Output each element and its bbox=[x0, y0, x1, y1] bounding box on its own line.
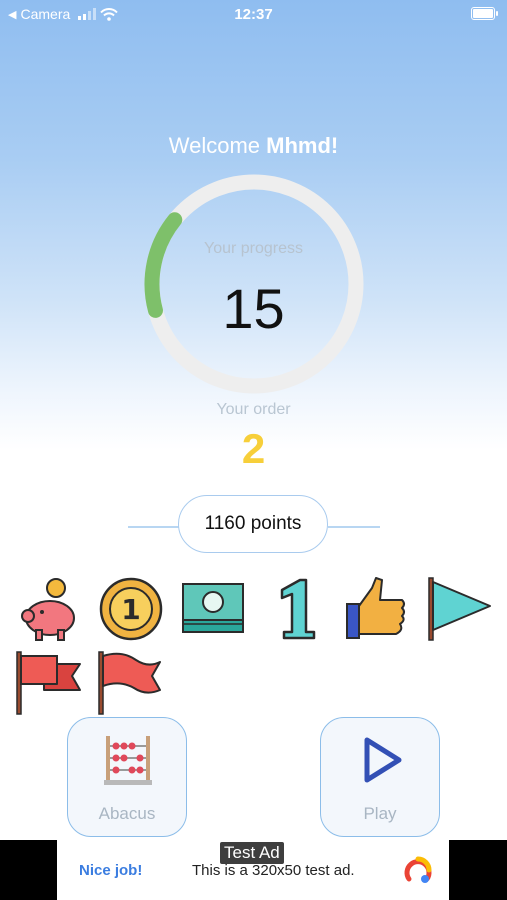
number-one-icon bbox=[260, 574, 330, 644]
play-button[interactable]: Play bbox=[320, 717, 440, 837]
battery-icon bbox=[471, 7, 498, 20]
test-ad-tag: Test Ad bbox=[220, 842, 284, 864]
piggy-bank-icon bbox=[16, 574, 86, 644]
welcome-heading: Welcome Mhmd! bbox=[0, 133, 507, 159]
abacus-icon bbox=[104, 736, 152, 785]
play-label: Play bbox=[363, 804, 397, 823]
red-wave-flag-icon bbox=[96, 648, 166, 718]
points-label: 1160 points bbox=[204, 513, 302, 534]
money-stack-icon bbox=[178, 574, 248, 644]
red-flag-icon bbox=[14, 648, 84, 718]
welcome-greeting: Welcome bbox=[168, 133, 261, 158]
status-time: 12:37 bbox=[234, 6, 273, 23]
abacus-button[interactable]: Abacus bbox=[67, 717, 187, 837]
svg-text:1: 1 bbox=[121, 593, 140, 626]
thumbs-up-icon bbox=[342, 574, 412, 644]
gold-coin-icon: 1 bbox=[96, 574, 166, 644]
abacus-label: Abacus bbox=[98, 804, 156, 823]
order-label: Your order bbox=[216, 401, 291, 418]
divider-left bbox=[128, 526, 180, 528]
order-value: 2 bbox=[241, 425, 266, 472]
play-icon bbox=[364, 737, 402, 783]
welcome-username: Mhmd! bbox=[266, 133, 339, 158]
progress-label: Your progress bbox=[203, 240, 304, 257]
cyan-pennant-icon bbox=[424, 574, 494, 644]
ad-text: This is a 320x50 test ad. bbox=[192, 862, 355, 879]
ad-logo-icon bbox=[404, 856, 432, 883]
divider-right bbox=[328, 526, 380, 528]
progress-value: 15 bbox=[222, 277, 285, 340]
points-pill: 1160 points bbox=[178, 495, 328, 553]
status-bar: ◀ Camera 12:37 bbox=[0, 0, 507, 28]
ad-title: Nice job! bbox=[79, 862, 143, 879]
